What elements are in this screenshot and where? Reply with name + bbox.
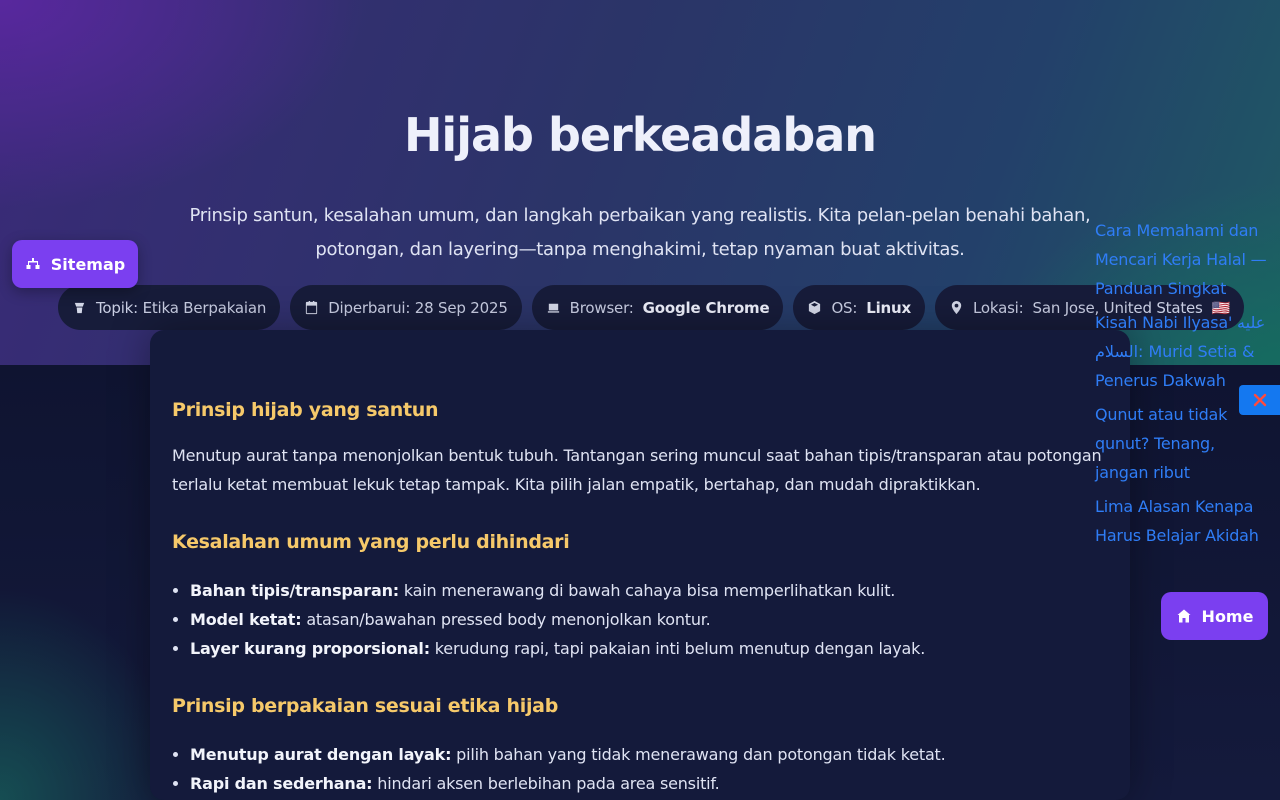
section-principles-text: Menutup aurat tanpa menonjolkan bentuk t… [172,446,1102,494]
related-link-nabi-ilyasa[interactable]: Kisah Nabi Ilyasa' عليه السلام: Murid Se… [1095,308,1270,395]
mistakes-list: Bahan tipis/transparan: kain menerawang … [172,576,1140,663]
os-chip: OS: Linux [793,285,925,330]
list-item-label: Rapi dan sederhana: [190,774,373,793]
topic-chip: Topik: Etika Berpakaian [58,285,281,330]
list-item-text: pilih bahan yang tidak menerawang dan po… [451,745,946,764]
meta-chips: Topik: Etika Berpakaian Diperbarui: 28 S… [58,285,1245,330]
updated-chip-text: Diperbarui: 28 Sep 2025 [328,298,508,317]
os-chip-value: Linux [866,298,911,317]
sitemap-icon [26,258,40,269]
related-link-akidah[interactable]: Lima Alasan Kenapa Harus Belajar Akidah [1095,492,1270,550]
list-item-text: atasan/bawahan pressed body menonjolkan … [301,610,711,629]
page-title: Hijab berkeadaban [403,108,877,162]
list-item-text: kain menerawang di bawah cahaya bisa mem… [398,581,896,600]
list-item: Rapi dan sederhana: hindari aksen berleb… [190,769,1140,798]
home-button-label: Home [1201,606,1254,626]
os-chip-label: OS: [831,298,858,317]
list-item: Layer kurang proporsional: kerudung rapi… [190,634,1140,663]
close-icon [1253,393,1266,407]
list-item: Bahan tipis/transparan: kain menerawang … [190,576,1140,605]
browser-chip: Browser: Google Chrome [531,285,784,330]
section-heading-mistakes: Kesalahan umum yang perlu dihindari [172,531,570,553]
list-item-label: Model ketat: [190,610,302,629]
cube-icon [809,300,821,315]
related-link-kerja-halal[interactable]: Cara Memahami dan Mencari Kerja Halal — … [1095,216,1270,303]
section-heading-principles: Prinsip hijab yang santun [172,399,439,421]
list-item: Menutup aurat dengan layak: pilih bahan … [190,740,1140,769]
list-item: Model ketat: atasan/bawahan pressed body… [190,605,1140,634]
topic-chip-text: Topik: Etika Berpakaian [96,298,267,317]
page-subtitle: Prinsip santun, kesalahan umum, dan lang… [189,205,1091,260]
location-chip-label: Lokasi: [972,298,1024,317]
home-button[interactable]: Home [1161,592,1268,640]
close-button[interactable] [1239,385,1280,415]
updated-chip: Diperbarui: 28 Sep 2025 [290,285,522,330]
section-heading-ethics: Prinsip berpakaian sesuai etika hijab [172,695,558,717]
sitemap-button[interactable]: Sitemap [12,240,138,288]
monitor-icon [547,303,559,313]
ethics-list: Menutup aurat dengan layak: pilih bahan … [172,740,1140,798]
list-item-label: Bahan tipis/transparan: [190,581,399,600]
sitemap-button-label: Sitemap [50,254,126,274]
browser-chip-label: Browser: [569,298,634,317]
list-item-label: Menutup aurat dengan layak: [190,745,452,764]
home-icon [1177,609,1191,623]
list-item-text: hindari aksen berlebihan pada area sensi… [372,774,720,793]
browser-chip-value: Google Chrome [642,298,770,317]
list-item-text: kerudung rapi, tapi pakaian inti belum m… [429,639,926,658]
calendar-icon [306,300,318,315]
map-pin-icon [951,300,962,315]
hanger-icon [74,302,85,314]
list-item-label: Layer kurang proporsional: [190,639,430,658]
